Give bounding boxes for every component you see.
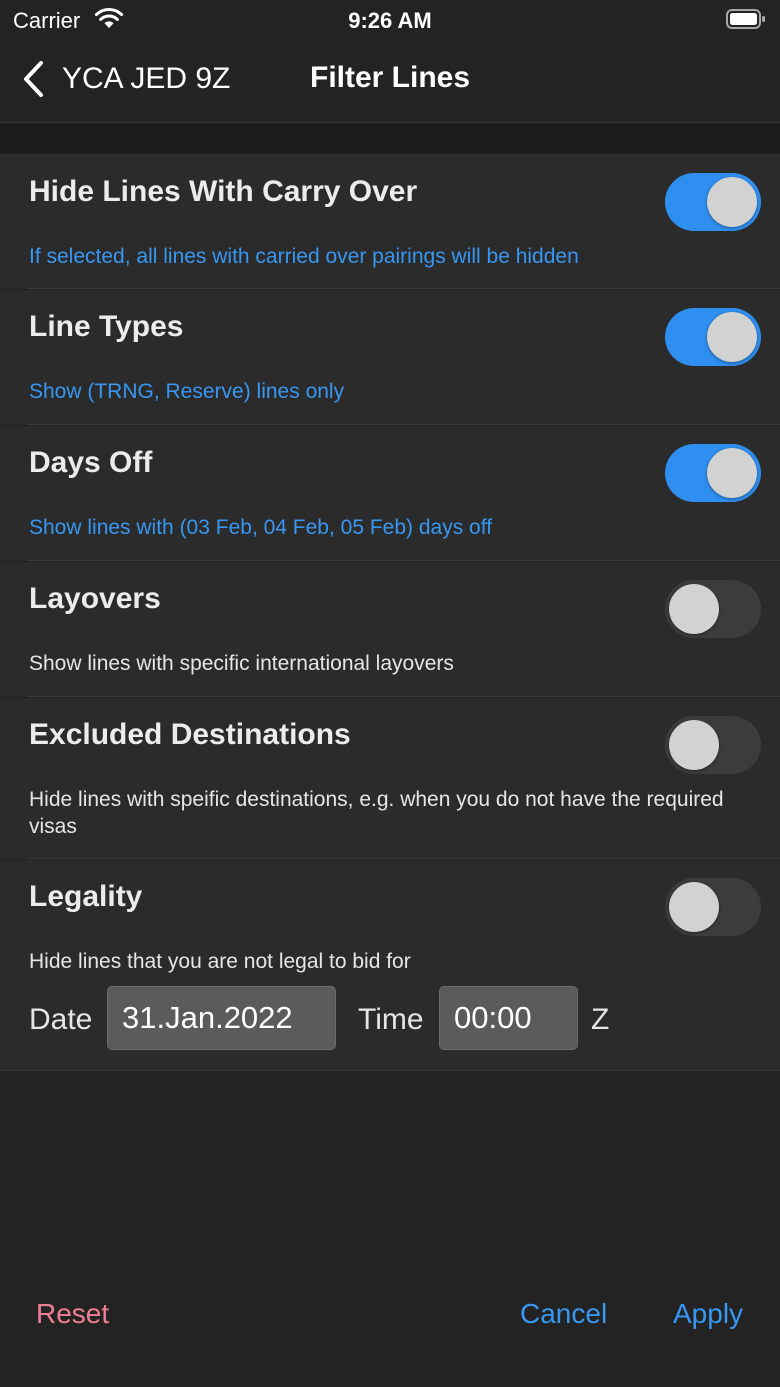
filter-title: Days Off [29,446,153,479]
toggle-knob [669,882,719,932]
filter-row-days-off: Days Off Show lines with (03 Feb, 04 Feb… [0,426,780,561]
filter-title: Line Types [29,310,184,343]
back-button[interactable]: YCA JED 9Z [20,56,230,102]
section-bottom-border [0,1070,780,1071]
line-types-toggle[interactable] [665,308,761,366]
filter-title: Legality [29,880,143,913]
reset-button[interactable]: Reset [36,1298,109,1330]
timezone-suffix: Z [591,1003,610,1036]
divider [29,858,780,859]
filter-title: Excluded Destinations [29,718,351,751]
divider [29,696,780,697]
date-label: Date [29,1003,93,1036]
days-off-toggle[interactable] [665,444,761,502]
divider [29,424,780,425]
filter-description: If selected, all lines with carried over… [29,245,579,268]
filter-description: Hide lines that you are not legal to bid… [29,950,411,973]
chevron-left-icon [24,61,43,97]
navigation-bar: YCA JED 9Z Filter Lines [0,40,780,123]
status-bar: Carrier 9:26 AM [0,0,780,40]
cancel-button[interactable]: Cancel [520,1298,607,1330]
layovers-toggle[interactable] [665,580,761,638]
filter-title: Layovers [29,582,161,615]
status-time: 9:26 AM [348,8,432,33]
excluded-destinations-toggle[interactable] [665,716,761,774]
toggle-knob [669,584,719,634]
toggle-knob [669,720,719,770]
filter-description: Show (TRNG, Reserve) lines only [29,380,345,403]
date-field[interactable]: 31.Jan.2022 [107,986,336,1050]
section-header-band [0,123,780,155]
toggle-knob [707,312,757,362]
filter-row-excluded-destinations: Excluded Destinations Hide lines with sp… [0,698,780,859]
toggle-knob [707,177,757,227]
time-label: Time [358,1003,424,1036]
filter-row-line-types: Line Types Show (TRNG, Reserve) lines on… [0,290,780,425]
carry-over-toggle[interactable] [665,173,761,231]
legality-toggle[interactable] [665,878,761,936]
filter-title: Hide Lines With Carry Over [29,175,418,208]
toggle-knob [707,448,757,498]
filter-description: Hide lines with speific destinations, e.… [29,788,724,838]
time-field[interactable]: 00:00 [439,986,578,1050]
back-label: YCA JED 9Z [62,62,231,95]
battery-icon [726,9,765,29]
filter-description: Show lines with specific international l… [29,652,454,675]
filter-row-legality: Legality Hide lines that you are not leg… [0,860,780,1070]
filter-row-carry-over: Hide Lines With Carry Over If selected, … [0,155,780,289]
filter-row-layovers: Layovers Show lines with specific intern… [0,562,780,697]
divider [29,560,780,561]
apply-button[interactable]: Apply [673,1298,743,1330]
filter-description: Show lines with (03 Feb, 04 Feb, 05 Feb)… [29,516,493,539]
page-title: Filter Lines [310,61,471,94]
divider [29,288,780,289]
